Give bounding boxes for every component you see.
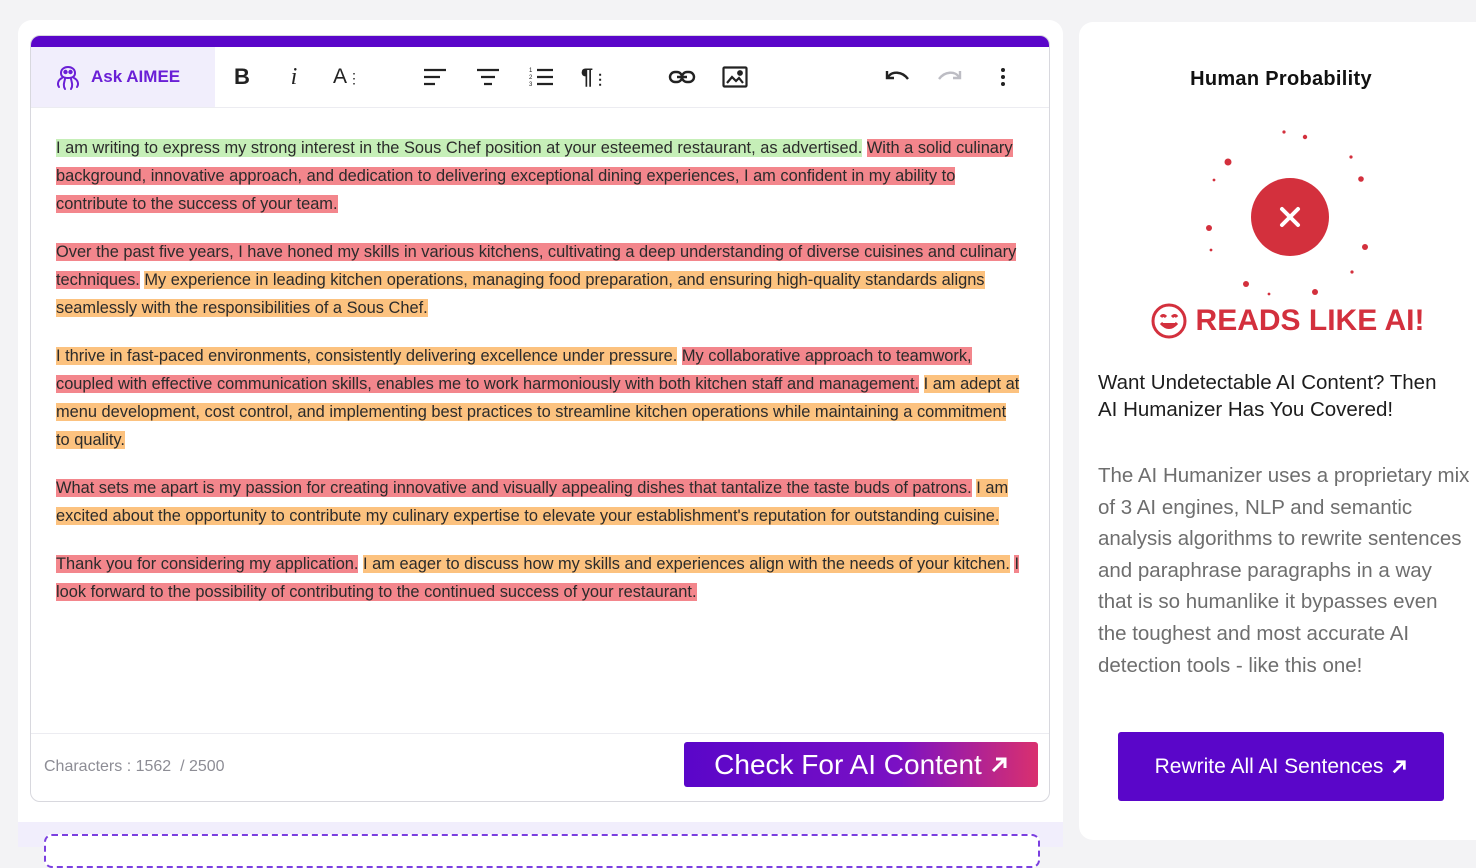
align-center-icon (477, 68, 499, 86)
rewrite-ai-sentences-button[interactable]: Rewrite All AI Sentences (1118, 732, 1444, 801)
ask-aimee-button[interactable]: Ask AIMEE (31, 47, 215, 107)
sentence-green: I am writing to express my strong intere… (56, 139, 863, 157)
italic-button[interactable]: i (278, 61, 310, 93)
paragraph-format-button[interactable]: ¶⋮ (578, 61, 610, 93)
editor-toolbar: Ask AIMEE B i A⋮ 123 ¶⋮ (31, 47, 1049, 108)
editor-content[interactable]: I am writing to express my strong intere… (56, 134, 1021, 626)
editor-paragraph: What sets me apart is my passion for cre… (56, 474, 1021, 530)
more-vertical-icon (1001, 68, 1005, 86)
sentence-orange: I am eager to discuss how my skills and … (363, 555, 1010, 573)
sentence-orange: I thrive in fast-paced environments, con… (56, 347, 678, 365)
ordered-list-icon: 123 (529, 68, 553, 88)
link-icon (668, 70, 696, 84)
more-options-button[interactable] (987, 61, 1019, 93)
insert-link-button[interactable] (666, 61, 698, 93)
editor-paragraph: Over the past five years, I have honed m… (56, 238, 1021, 322)
sentence-red: Thank you for considering my application… (56, 555, 359, 573)
bold-button[interactable]: B (226, 61, 258, 93)
align-left-button[interactable] (419, 61, 451, 93)
verdict-text: READS LIKE AI! (1195, 304, 1425, 337)
undo-icon (885, 71, 909, 80)
editor-paragraph: I am writing to express my strong intere… (56, 134, 1021, 218)
font-size-button[interactable]: A⋮ (331, 61, 363, 93)
align-left-icon (424, 68, 446, 86)
character-count-value: 1562 (135, 758, 172, 775)
align-center-button[interactable] (472, 61, 504, 93)
character-count-limit: / 2500 (171, 758, 225, 775)
redo-icon (938, 71, 962, 80)
paragraph-format-icon: ¶⋮ (580, 64, 608, 89)
check-ai-content-button[interactable]: Check For AI Content (684, 742, 1038, 787)
human-probability-title: Human Probability (1190, 68, 1372, 90)
ask-aimee-label: Ask AIMEE (91, 67, 181, 86)
svg-text:2: 2 (529, 75, 533, 81)
check-ai-content-label: Check For AI Content (714, 748, 982, 780)
insert-image-button[interactable] (719, 61, 751, 93)
text-editor: Ask AIMEE B i A⋮ 123 ¶⋮ I am writing to … (30, 35, 1050, 802)
promo-description: The AI Humanizer uses a proprietary mix … (1098, 464, 1470, 677)
font-size-icon: A⋮ (332, 65, 361, 88)
image-icon (722, 66, 748, 88)
arrow-up-right-icon (991, 757, 1007, 772)
bold-icon: B (234, 64, 250, 89)
editor-accent-bar (31, 36, 1049, 47)
ai-gauge (1189, 122, 1376, 302)
redo-button[interactable] (934, 61, 966, 93)
ordered-list-button[interactable]: 123 (525, 61, 557, 93)
rewrite-ai-sentences-label: Rewrite All AI Sentences (1154, 754, 1384, 778)
sentence-orange: My experience in leading kitchen operati… (56, 271, 985, 317)
character-counter: Characters : 1562 / 2500 (44, 758, 225, 776)
editor-paragraph: I thrive in fast-paced environments, con… (56, 342, 1021, 454)
upload-dropzone[interactable] (44, 834, 1040, 868)
svg-text:1: 1 (529, 68, 533, 74)
undo-button[interactable] (881, 61, 913, 93)
gauge-graphic (1206, 130, 1376, 296)
winking-face-icon (1151, 303, 1187, 339)
italic-icon: i (290, 63, 298, 90)
sentence-gap (919, 375, 924, 393)
ai-verdict: READS LIKE AI! (1137, 302, 1437, 340)
editor-paragraph: Thank you for considering my application… (56, 550, 1021, 606)
editor-footer: Characters : 1562 / 2500 Check For AI Co… (31, 733, 1049, 801)
octopus-icon (53, 59, 83, 96)
arrow-up-right-icon (1393, 759, 1407, 773)
promo-title: Want Undetectable AI Content? Then AI Hu… (1098, 371, 1437, 421)
character-count-label: Characters : (44, 758, 136, 775)
svg-text:3: 3 (529, 82, 533, 88)
sentence-red: What sets me apart is my passion for cre… (56, 479, 972, 497)
result-panel: Human Probability READS LIKE AI! Want Un… (1079, 22, 1476, 840)
